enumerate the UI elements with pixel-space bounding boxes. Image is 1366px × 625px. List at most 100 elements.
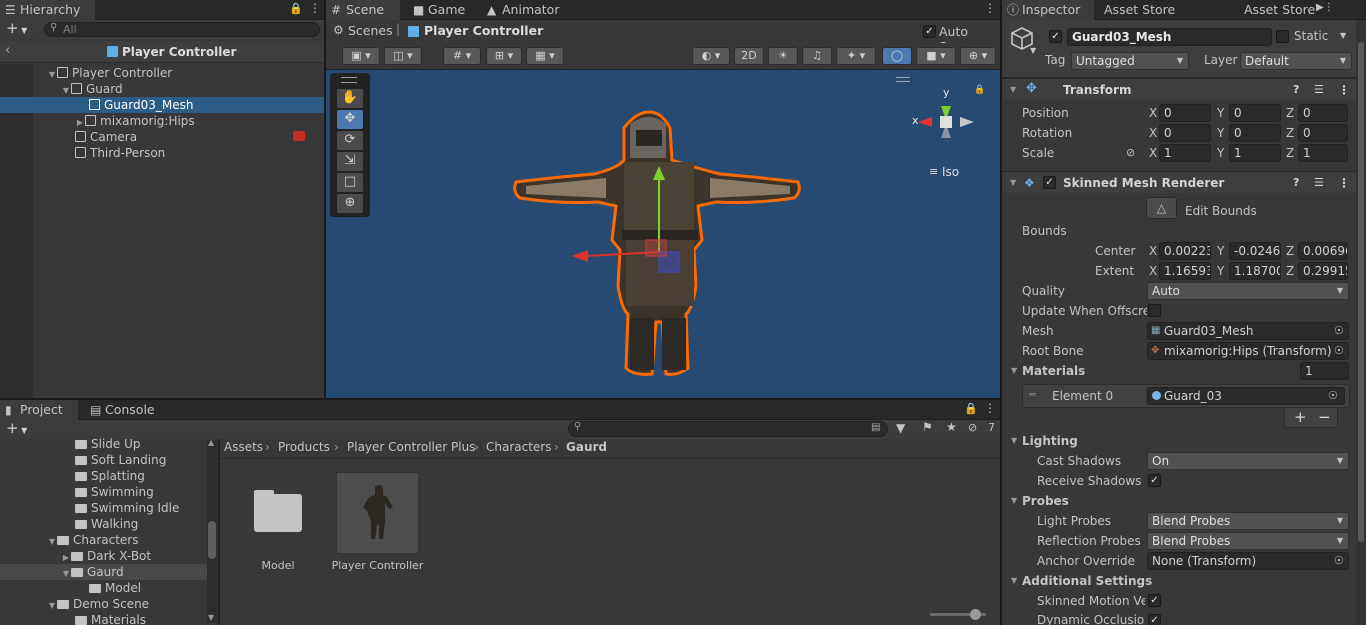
light-probes-dropdown[interactable]: Blend Probes [1147,512,1349,530]
scale-z-field[interactable]: 1 [1298,144,1348,162]
axis-z-label[interactable]: Z [1286,264,1294,278]
element0-object-field[interactable]: Guard_03 ☉ [1147,387,1345,405]
lighting-foldout-icon[interactable]: ▼ [1011,436,1017,445]
hierarchy-item-third-person[interactable]: Third-Person [0,145,324,161]
move-tool-icon[interactable]: ✥ [337,110,363,129]
position-z-field[interactable]: 0 [1298,104,1348,122]
axis-y-label[interactable]: Y [1217,244,1224,258]
palette-grip[interactable] [341,77,357,83]
hand-tool-icon[interactable]: ✋ [337,89,363,108]
mesh-object-field[interactable]: ▦ Guard03_Mesh ☉ [1147,322,1349,340]
skinned-motion-checkbox[interactable]: ✓ [1148,594,1161,607]
position-y-field[interactable]: 0 [1229,104,1281,122]
object-picker-icon[interactable]: ☉ [1328,388,1338,404]
cast-shadows-dropdown[interactable]: On [1147,452,1349,470]
transform-tool-icon[interactable]: ⊕ [337,194,363,213]
probes-foldout-icon[interactable]: ▼ [1011,496,1017,505]
tab-asset-store[interactable]: Asset Store [1224,0,1324,20]
inspector-scrollbar[interactable] [1356,20,1366,625]
projection-label[interactable]: Iso [942,165,959,179]
kebab-menu-icon[interactable]: ⋮ [984,1,996,15]
add-element-button[interactable]: + [1294,408,1307,426]
tab-asset-store-uploader[interactable]: Asset Store Uploader [1084,0,1234,37]
materials-foldout-icon[interactable]: ▼ [1011,366,1017,375]
component-menu-icon[interactable]: ⋮ [1338,79,1350,101]
axis-x-label[interactable]: X [1149,244,1157,258]
foldout-arrow-icon[interactable]: ▼ [1010,79,1016,101]
update-offscreen-checkbox[interactable] [1148,304,1161,317]
rotate-tool-icon[interactable]: ⟳ [337,131,363,150]
2d-toggle-button[interactable]: 2D [734,47,764,65]
icon-size-slider[interactable] [930,609,986,620]
axis-x-label[interactable]: X [1149,146,1157,160]
quality-dropdown[interactable]: Auto [1147,282,1349,300]
axis-y-label[interactable]: Y [1217,146,1224,160]
center-x-field[interactable]: 0.00223 [1159,242,1211,260]
tag-dropdown[interactable]: Untagged [1071,52,1189,70]
tree-item[interactable]: Swimming [0,484,208,500]
lock-icon[interactable]: 🔒 [289,2,303,15]
tab-console[interactable]: ▤ Console [85,400,165,420]
presets-icon[interactable]: ☰ [1314,172,1324,194]
help-icon[interactable]: ? [1293,172,1299,194]
rotation-y-field[interactable]: 0 [1229,124,1281,142]
audio-toggle-button[interactable]: ♫ [802,47,832,65]
create-asset-button[interactable]: + ▼ [6,419,27,437]
lighting-label[interactable]: Lighting [1022,434,1078,448]
object-name-field[interactable]: Guard03_Mesh [1067,28,1272,46]
root-bone-object-field[interactable]: ✥ mixamorig:Hips (Transform) ☉ [1147,342,1349,360]
tree-item[interactable]: Swimming Idle [0,500,208,516]
receive-shadows-checkbox[interactable]: ✓ [1148,474,1161,487]
rect-tool-icon[interactable]: □ [337,173,363,192]
add-object-button[interactable]: + ▼ [6,19,27,37]
tree-divider[interactable] [218,439,220,625]
tree-item-model[interactable]: Model [0,580,208,596]
presets-icon[interactable]: ☰ [1314,79,1324,101]
hidden-packages-icon[interactable]: ⊘ [968,421,977,434]
hierarchy-item-mixamorig-hips[interactable]: ▶ mixamorig:Hips [0,113,324,129]
axis-x-label[interactable]: X [1149,106,1157,120]
scale-y-field[interactable]: 1 [1229,144,1281,162]
increment-snap-dropdown[interactable]: ⊞ ▾ [486,47,522,65]
asset-player-controller-prefab[interactable]: Player Controller [332,472,423,574]
breadcrumb-gaurd[interactable]: Gaurd [566,440,607,454]
icon-dropdown-arrow[interactable]: ▼ [1030,46,1036,55]
extent-y-field[interactable]: 1.18700 [1229,262,1281,280]
lock-icon[interactable]: 🔒 [964,402,978,415]
axis-z-label[interactable]: Z [1286,106,1294,120]
search-options-icon[interactable]: ▤ [871,422,880,433]
tree-item[interactable]: Splatting [0,468,208,484]
additional-settings-label[interactable]: Additional Settings [1022,574,1152,588]
filter-by-label-icon[interactable]: ⚑ [922,420,933,434]
tree-item-characters[interactable]: ▼ Characters [0,532,208,548]
constrain-proportions-icon[interactable]: ⊘ [1126,146,1135,159]
tree-item[interactable]: Soft Landing [0,452,208,468]
slider-thumb[interactable] [970,609,981,620]
edit-bounds-button[interactable]: △ [1146,197,1177,219]
static-dropdown-arrow[interactable]: ▼ [1340,31,1346,40]
auto-save-checkbox[interactable]: ✓ [923,25,936,38]
draw-mode-dropdown[interactable]: ▣ ▾ [342,47,380,65]
axis-x-label[interactable]: X [1149,126,1157,140]
tree-scrollbar[interactable]: ▲ ▼ [207,438,217,623]
orientation-gizmo[interactable]: y x [912,86,976,158]
axis-z-label[interactable]: Z [1286,146,1294,160]
tab-scene[interactable]: # Scene [326,0,400,20]
center-z-field[interactable]: 0.00696 [1298,242,1348,260]
axis-y-label[interactable]: Y [1217,106,1224,120]
gizmos-dropdown[interactable]: ⊕ ▾ [960,47,996,65]
probes-label[interactable]: Probes [1022,494,1069,508]
tab-inspector[interactable]: ⓘ Inspector [1002,0,1094,20]
position-x-field[interactable]: 0 [1159,104,1211,122]
hierarchy-item-player-controller[interactable]: ▼ Player Controller [0,65,324,81]
camera-settings-dropdown[interactable]: ■ ▾ [916,47,956,65]
extent-z-field[interactable]: 0.29915 [1298,262,1348,280]
foldout-arrow-icon[interactable]: ▼ [1010,172,1016,194]
axis-y-label[interactable]: Y [1217,264,1224,278]
tree-item[interactable]: Slide Up [0,436,208,452]
overlay-grip[interactable] [896,77,910,82]
favorite-icon[interactable]: ★ [946,420,957,434]
tab-project[interactable]: ▮ Project [0,400,78,420]
center-y-field[interactable]: -0.0246 [1229,242,1281,260]
extent-x-field[interactable]: 1.16593 [1159,262,1211,280]
